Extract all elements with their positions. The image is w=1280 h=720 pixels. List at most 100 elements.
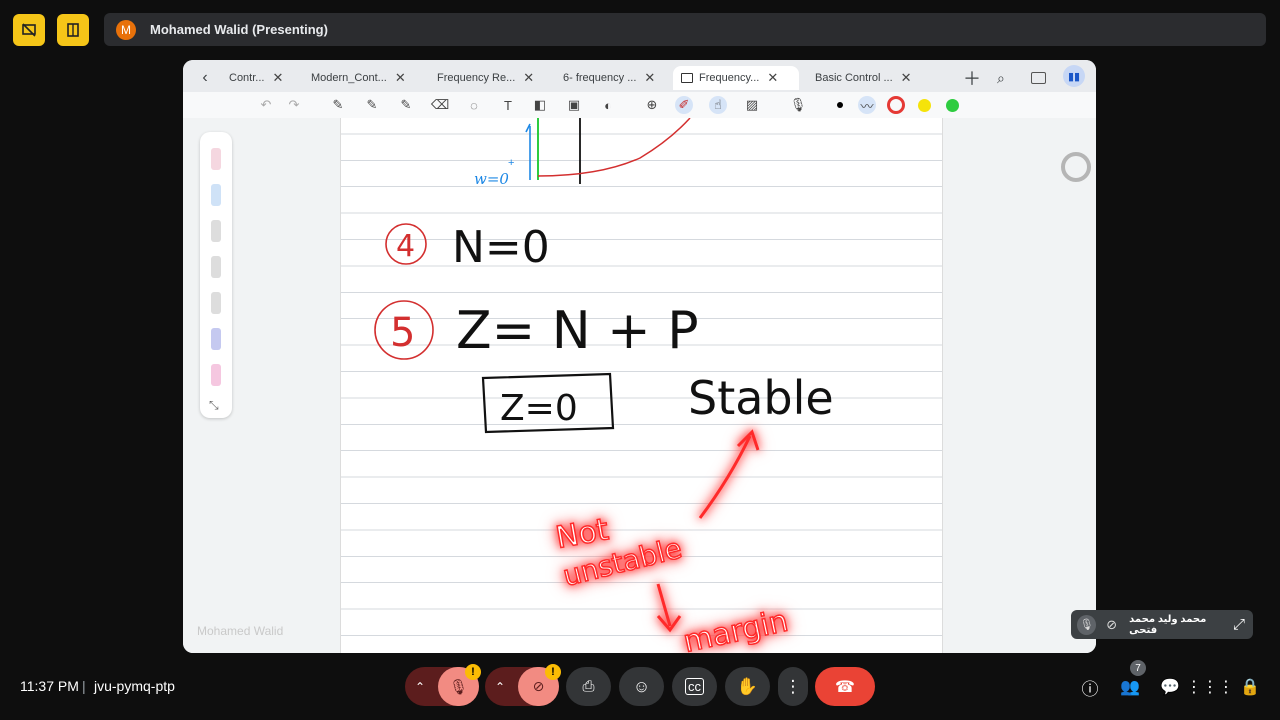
close-icon[interactable]: ✕ xyxy=(395,70,406,86)
chevron-up-icon[interactable]: ⌃ xyxy=(415,680,425,694)
touch-draw-icon[interactable]: ☝ xyxy=(709,96,727,114)
pen-size-dot-icon[interactable] xyxy=(831,96,849,114)
pen-gray-3-icon[interactable] xyxy=(211,292,221,314)
presenter-bar: M Mohamed Walid (Presenting) xyxy=(104,13,1266,46)
separator: | xyxy=(82,678,86,694)
close-icon[interactable]: ✕ xyxy=(901,70,912,86)
highlighter-icon[interactable]: ✎ xyxy=(397,96,415,114)
tab-label: Contr... xyxy=(229,72,265,84)
audio-wave-icon[interactable]: ▮▮ xyxy=(1063,65,1085,87)
text-box-icon[interactable]: T xyxy=(499,96,517,114)
lasso-icon[interactable]: ◌ xyxy=(465,96,483,114)
tab-label: Basic Control ... xyxy=(815,72,893,84)
chat-icon: 💬 xyxy=(1160,679,1180,696)
color-red-swatch[interactable] xyxy=(887,96,905,114)
tab-frequency-active[interactable]: Frequency... ✕ xyxy=(673,66,799,90)
people-icon: 👥 xyxy=(1120,679,1140,696)
present-screen-icon: ⎙ xyxy=(582,678,595,695)
color-green-swatch[interactable] xyxy=(943,96,961,114)
pen-icon[interactable]: ✎ xyxy=(329,96,347,114)
stable-text: Stable xyxy=(688,371,834,425)
raise-hand-button[interactable]: ✋ xyxy=(725,667,770,706)
more-options-button[interactable]: ⋮ xyxy=(778,667,808,706)
highlighter-purple-icon[interactable] xyxy=(211,328,221,350)
item4-text: N=0 xyxy=(452,222,550,273)
tab-controls[interactable]: Contr... ✕ xyxy=(229,66,283,90)
tab-6-frequency[interactable]: 6- frequency ... ✕ xyxy=(563,66,655,90)
watermark: Mohamed Walid xyxy=(197,624,284,638)
meeting-code: jvu-pymq-ptp xyxy=(94,678,175,694)
undo-icon[interactable]: ↶ xyxy=(257,96,275,114)
captions-icon: cc xyxy=(685,678,704,695)
presentation-layout-button[interactable] xyxy=(13,14,45,46)
chevron-up-icon[interactable]: ⌃ xyxy=(495,680,505,694)
image-icon[interactable]: ▣ xyxy=(565,96,583,114)
lock-person-icon: 🔒 xyxy=(1240,679,1260,696)
info-icon: ⓘ xyxy=(1081,679,1099,699)
present-button[interactable]: ⎙ xyxy=(566,667,611,706)
color-yellow-swatch[interactable] xyxy=(915,96,933,114)
self-view-tile[interactable]: 🎙 ⊘ محمد وليد محمد فتحى ⤢ xyxy=(1071,610,1253,639)
omega-sup: + xyxy=(508,157,514,169)
camera-warning-badge: ! xyxy=(545,664,561,680)
close-icon[interactable]: ✕ xyxy=(272,70,283,86)
eraser-icon[interactable]: ⌫ xyxy=(431,96,449,114)
close-icon[interactable]: ✕ xyxy=(767,70,778,86)
drawing-toolbar: ↶ ↷ ✎ ✎ ✎ ⌫ ◌ T ◧ ▣ ◐ ⊕ ✐ ☝ ▨ 🎙 〰 xyxy=(183,92,1096,118)
shapes-icon[interactable]: ◧ xyxy=(531,96,549,114)
tab-frequency-response[interactable]: Frequency Re... ✕ xyxy=(437,66,534,90)
people-button[interactable]: 👥 7 xyxy=(1117,660,1146,700)
item4-num: 4 xyxy=(396,229,415,264)
background-pattern-icon[interactable]: ▨ xyxy=(743,96,761,114)
hang-up-icon: ☎ xyxy=(835,678,855,696)
omega-label: w=0 xyxy=(474,170,509,188)
emoji-icon: ☺ xyxy=(632,676,651,696)
pen-blue-icon[interactable] xyxy=(211,184,221,206)
laser-pointer-icon[interactable]: ✐ xyxy=(675,96,693,114)
stroke-style-icon[interactable]: 〰 xyxy=(858,96,876,114)
tab-modern-control[interactable]: Modern_Cont... ✕ xyxy=(311,66,406,90)
search-icon[interactable]: ⌕ xyxy=(997,66,1005,90)
sidebar-toggle-icon[interactable] xyxy=(1031,66,1046,90)
host-controls-button[interactable]: 🔒 xyxy=(1237,674,1263,700)
red-curve xyxy=(537,118,691,177)
close-icon[interactable]: ✕ xyxy=(523,70,534,86)
microphone-icon[interactable]: 🎙 xyxy=(789,96,807,114)
expand-icon[interactable]: ⤢ xyxy=(1233,616,1245,633)
captions-button[interactable]: cc xyxy=(672,667,717,706)
camera-off-icon: ⊘ xyxy=(1106,616,1118,632)
back-icon[interactable]: ‹ xyxy=(195,66,215,90)
collapse-icon[interactable]: ⤡ xyxy=(209,398,219,413)
pen-gray-icon[interactable] xyxy=(211,220,221,242)
mic-control: ⌃ 🎙 ! xyxy=(405,664,481,706)
shared-screen: ‹ Contr... ✕ Modern_Cont... ✕ Frequency Re… xyxy=(183,60,1096,653)
tab-basic-control[interactable]: Basic Control ... ✕ xyxy=(815,66,912,90)
close-icon[interactable]: ✕ xyxy=(644,70,655,86)
meeting-info-button[interactable]: ⓘ xyxy=(1077,674,1103,700)
activities-button[interactable]: ⋮⋮⋮ xyxy=(1186,674,1234,700)
mic-warning-badge: ! xyxy=(465,664,481,680)
document-icon xyxy=(681,73,693,83)
item5-text: Z= N + P xyxy=(456,301,699,361)
camera-control: ⌃ ⊘ ! xyxy=(485,664,561,706)
new-tab-icon[interactable]: ＋ xyxy=(963,66,981,90)
handwriting-layer: w=0 + 4 N=0 5 Z= N + P Z=0 Stable Not un… xyxy=(374,118,834,653)
pin-view-button[interactable] xyxy=(57,14,89,46)
screen-share-off-icon xyxy=(22,23,36,37)
tab-label: Frequency Re... xyxy=(437,72,516,84)
tab-label: Modern_Cont... xyxy=(311,72,387,84)
pen-gray-2-icon[interactable] xyxy=(211,256,221,278)
arrow-to-stable xyxy=(698,435,752,519)
marker-icon[interactable]: ✎ xyxy=(363,96,381,114)
door-icon xyxy=(67,23,79,37)
sticker-icon[interactable]: ◐ xyxy=(599,96,617,114)
emoji-button[interactable]: ☺ xyxy=(619,667,664,706)
highlighter-pink-icon[interactable] xyxy=(211,364,221,386)
chat-button[interactable]: 💬 xyxy=(1157,674,1183,700)
end-call-button[interactable]: ☎ xyxy=(815,667,875,706)
redo-icon[interactable]: ↷ xyxy=(285,96,303,114)
presenter-label: Mohamed Walid (Presenting) xyxy=(150,22,328,37)
pen-pink-icon[interactable] xyxy=(211,148,221,170)
more-vert-icon: ⋮ xyxy=(784,676,802,696)
zoom-icon[interactable]: ⊕ xyxy=(643,96,661,114)
